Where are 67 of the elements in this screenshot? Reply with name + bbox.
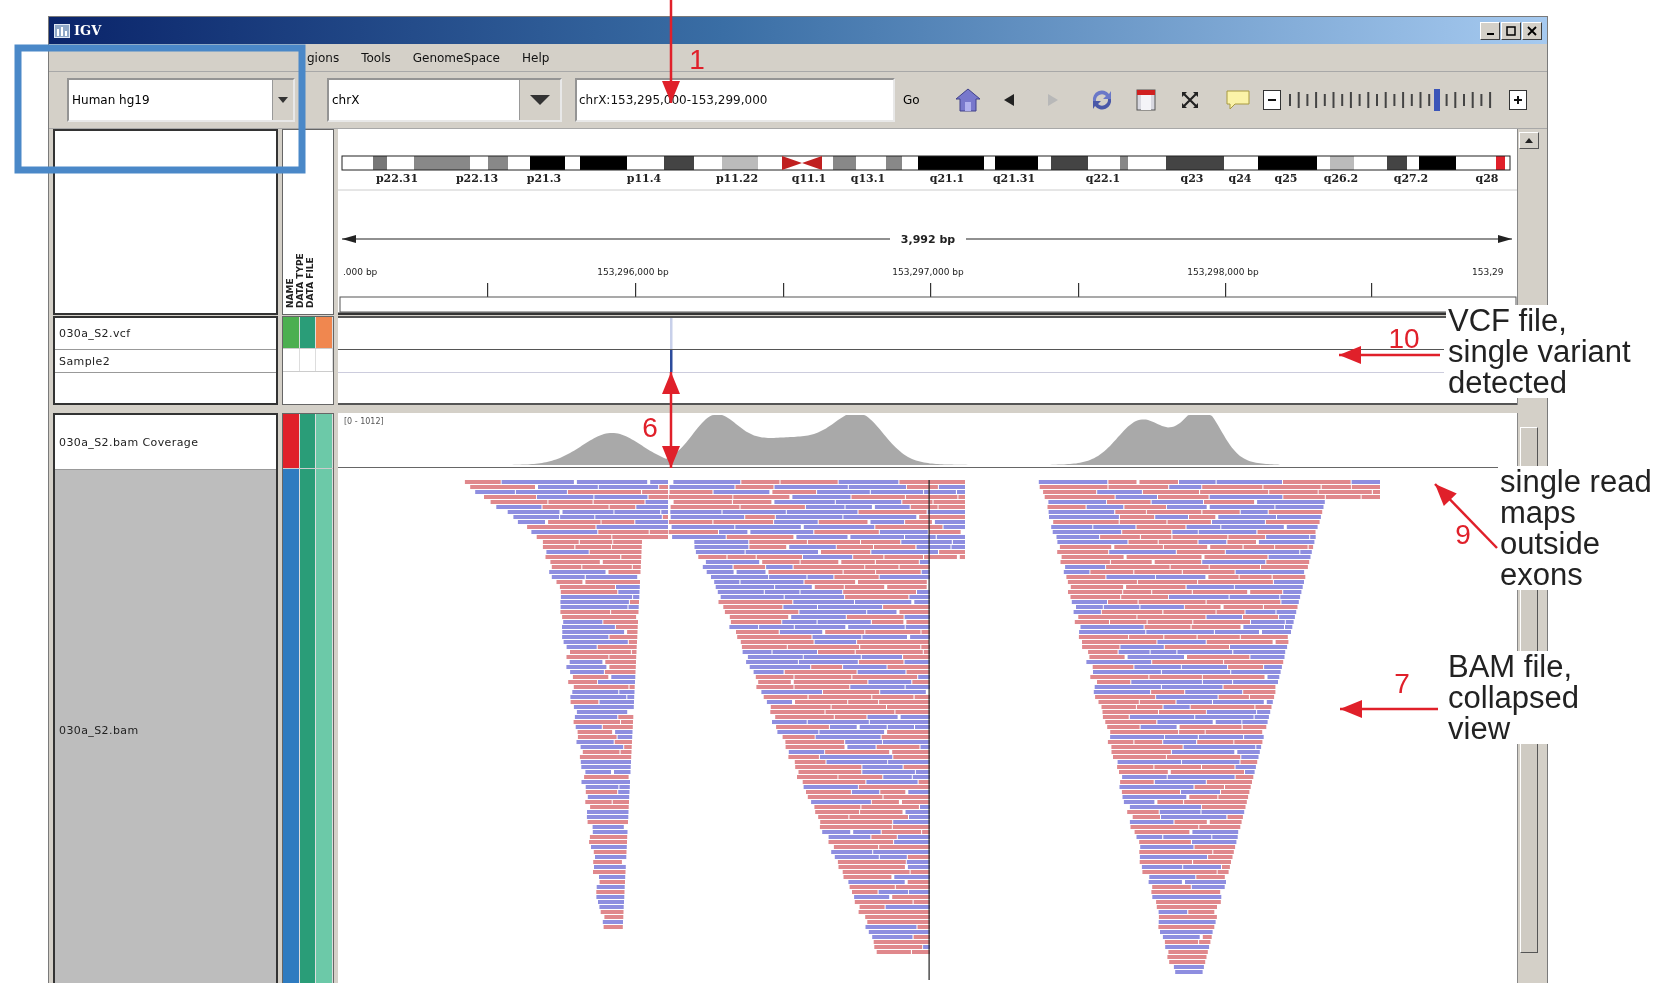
caret-icon	[530, 95, 550, 105]
genotype-marker[interactable]	[670, 350, 673, 373]
band-label: q26.2	[1323, 172, 1359, 185]
go-button[interactable]: Go	[900, 89, 923, 111]
up-arrow-icon	[1525, 138, 1533, 143]
zoom-out-button[interactable]	[1262, 90, 1281, 110]
window-title: IGV	[74, 23, 102, 38]
chromosome-dropdown[interactable]: chrX	[327, 78, 562, 122]
locus-field[interactable]: chrX:153,295,000-153,299,000	[575, 78, 895, 122]
callout-number: 9	[1455, 521, 1471, 549]
menu-item[interactable]: Help	[522, 50, 550, 65]
chromosome-ideogram[interactable]	[341, 155, 1511, 171]
variant-marker[interactable]	[670, 318, 673, 350]
genome-dropdown[interactable]: Human hg19	[67, 78, 295, 122]
menu-item[interactable]: GenomeSpace	[412, 50, 500, 65]
band-label: q13.1	[850, 172, 886, 185]
menu-item[interactable]: gions	[307, 50, 340, 65]
close-button[interactable]	[1522, 21, 1542, 40]
minimize-button[interactable]	[1480, 21, 1500, 40]
close-icon	[1527, 25, 1537, 36]
maximize-icon	[1506, 25, 1516, 36]
attribute-header[interactable]: DATA TYPE	[295, 253, 305, 308]
tick-label: 153,298,000 bp	[1187, 267, 1259, 277]
slider-thumb[interactable]	[1433, 89, 1440, 111]
tick-label: 153,29	[1472, 267, 1504, 277]
callout-text: VCF file, single variant detected	[1446, 305, 1633, 398]
collapse-arrows-icon[interactable]	[1180, 91, 1199, 109]
scroll-up-button[interactable]	[1519, 132, 1539, 149]
app-icon	[54, 23, 70, 38]
callout-number: 1	[689, 46, 705, 74]
band-label: q22.1	[1085, 172, 1121, 185]
minimize-icon	[1486, 33, 1494, 35]
band-label: q11.1	[791, 172, 827, 185]
tick-label: .000 bp	[343, 267, 378, 277]
band-label: p11.4	[626, 172, 662, 185]
track-name[interactable]: 030a_S2.vcf	[55, 318, 276, 350]
callout-number: 6	[642, 414, 658, 442]
band-label: q21.31	[992, 172, 1036, 185]
band-label: p22.13	[455, 172, 499, 185]
maximize-button[interactable]	[1501, 21, 1521, 40]
band-label: q23	[1180, 172, 1204, 185]
band-label: q21.1	[929, 172, 965, 185]
caret-icon	[278, 97, 288, 103]
plus-icon	[1512, 95, 1523, 105]
callout-arrow	[1434, 483, 1498, 549]
band-label: q24	[1228, 172, 1252, 185]
callout-number: 10	[1388, 325, 1420, 353]
band-label: q25	[1274, 172, 1298, 185]
track-name[interactable]: 030a_S2.bam	[55, 470, 276, 983]
band-label: p11.22	[715, 172, 759, 185]
attribute-header[interactable]: NAME	[285, 278, 295, 308]
callout-number: 7	[1394, 670, 1410, 698]
tick-label: 153,297,000 bp	[892, 267, 964, 277]
home-icon[interactable]	[954, 88, 981, 112]
tick-label: 153,296,000 bp	[597, 267, 669, 277]
attribute-header[interactable]: DATA FILE	[305, 257, 315, 308]
band-label: q27.2	[1393, 172, 1429, 185]
panel-icon[interactable]	[1134, 88, 1157, 112]
read-alignments-drawing[interactable]	[464, 480, 1380, 980]
zoom-in-button[interactable]	[1508, 90, 1527, 110]
band-label: p22.31	[375, 172, 419, 185]
span-label: 3,992 bp	[900, 233, 956, 246]
band-label: q28	[1475, 172, 1499, 185]
data-range-label: [0 - 1012]	[344, 417, 384, 426]
track-name[interactable]: Sample2	[55, 350, 276, 373]
menu-item[interactable]: Tools	[361, 50, 391, 65]
band-label: p21.3	[526, 172, 562, 185]
